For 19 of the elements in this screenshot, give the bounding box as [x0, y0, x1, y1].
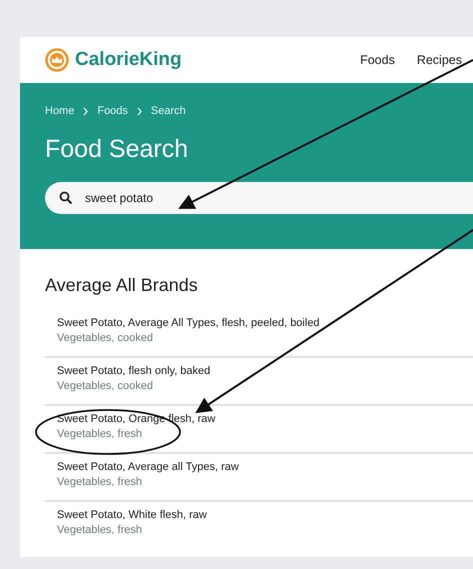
- nav-link[interactable]: Foods: [360, 53, 395, 67]
- food-category: Vegetables, fresh: [57, 476, 144, 488]
- food-name-link[interactable]: Sweet Potato, Average All Types, flesh, peeled, boiled: [57, 317, 473, 329]
- food-name-link[interactable]: Sweet Potato, White flesh, raw: [57, 509, 473, 521]
- logo-text[interactable]: CalorieKing: [75, 49, 182, 71]
- food-category: Vegetables, cooked: [57, 380, 154, 392]
- section-title: Average All Brands: [45, 275, 199, 296]
- food-name-link[interactable]: Sweet Potato, Average all Types, raw: [57, 461, 473, 473]
- page-title: Food Search: [45, 135, 190, 164]
- chevron-icon: [82, 106, 90, 116]
- food-category: Vegetables, fresh: [57, 428, 144, 440]
- food-name-link[interactable]: Sweet Potato, flesh only, baked: [57, 365, 473, 377]
- food-name-link[interactable]: Sweet Potato, Orange flesh, raw: [57, 413, 473, 425]
- crown-logo-icon: [45, 48, 69, 72]
- food-category: Vegetables, cooked: [57, 332, 154, 344]
- nav-link[interactable]: Recipes: [416, 53, 462, 67]
- chevron-icon: [136, 106, 143, 116]
- search-field[interactable]: sweet potato: [45, 182, 473, 214]
- food-category: Vegetables, fresh: [57, 524, 144, 536]
